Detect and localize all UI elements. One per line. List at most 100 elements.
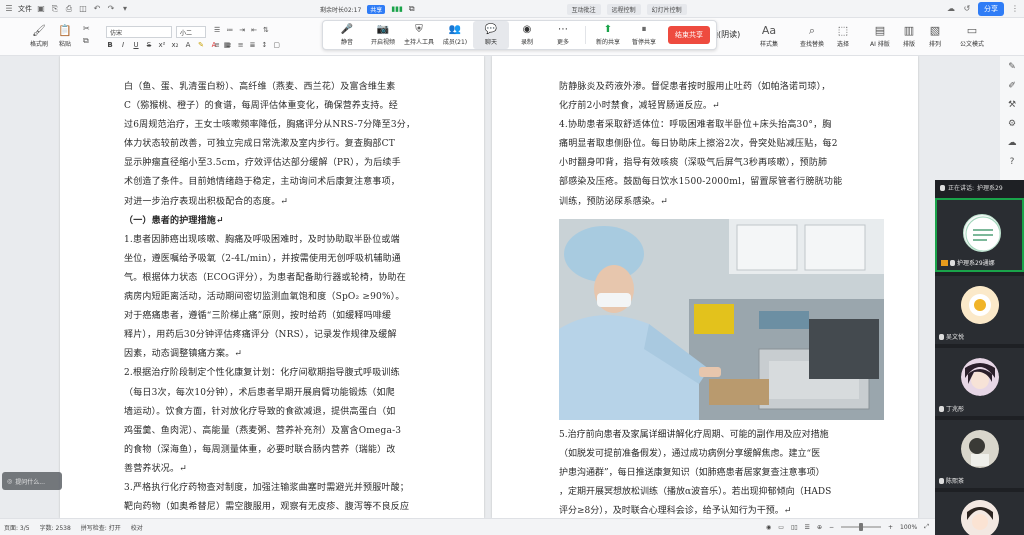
align-left-icon[interactable]: ≡ bbox=[214, 41, 220, 49]
style-set-button[interactable]: Aa 样式集 bbox=[760, 24, 778, 48]
host-tools-button[interactable]: ⛨ 主持人工具 bbox=[401, 21, 437, 49]
save-icon[interactable]: ▣ bbox=[36, 4, 46, 14]
justify-icon[interactable]: ≣ bbox=[250, 41, 256, 49]
record-button[interactable]: ◉ 录制 bbox=[509, 21, 545, 49]
print-icon[interactable]: ⎙ bbox=[64, 4, 74, 14]
video-tile[interactable]: 陈熙茶 bbox=[935, 420, 1024, 488]
more-icon[interactable]: ⋮ bbox=[1010, 4, 1020, 14]
cut-icon[interactable]: ✂ bbox=[83, 24, 90, 33]
ai-ask-input[interactable]: ◎ 提问什么... bbox=[2, 472, 62, 490]
export-icon[interactable]: ⎘ bbox=[50, 4, 60, 14]
zoom-level[interactable]: 100% bbox=[900, 524, 917, 531]
chevron-down-icon[interactable]: ▾ bbox=[120, 4, 130, 14]
font-effects-icon[interactable]: A bbox=[184, 41, 192, 49]
paragraph-line: 因素，动态调整镇痛方案。↵ bbox=[124, 349, 243, 360]
align-right-icon[interactable]: ≡ bbox=[238, 41, 244, 49]
page-view-icon[interactable]: ▭ bbox=[778, 524, 784, 531]
line-spacing-icon[interactable]: ↕ bbox=[262, 41, 268, 49]
end-share-button[interactable]: 结束共享 bbox=[668, 26, 710, 44]
bold-icon[interactable]: B bbox=[106, 41, 114, 49]
zoom-in-icon[interactable]: + bbox=[888, 524, 893, 531]
web-view-icon[interactable]: ⊕ bbox=[817, 524, 822, 531]
fit-page-icon[interactable]: ⤢ bbox=[924, 523, 929, 531]
video-tile[interactable] bbox=[935, 492, 1024, 535]
page-left[interactable]: 白（鱼、蛋、乳清蛋白粉）、高纤维（燕麦、西兰花）及富含维生素 C（猕猴桃、橙子）… bbox=[60, 56, 484, 518]
spell-check-toggle[interactable]: 拼写检查: 打开 bbox=[81, 523, 121, 532]
layout-button[interactable]: ▥ 排版 bbox=[902, 24, 916, 48]
document-canvas[interactable]: 白（鱼、蛋、乳清蛋白粉）、高纤维（燕麦、西兰花）及富含维生素 C（猕猴桃、橙子）… bbox=[0, 56, 935, 518]
zoom-slider-knob[interactable] bbox=[859, 523, 863, 531]
page-right[interactable]: 防静脉炎及药液外渗。督促患者按时服用止吐药（如帕洛诺司琼）， 化疗前2小时禁食，… bbox=[492, 56, 918, 518]
members-button[interactable]: 👥 成员(21) bbox=[437, 21, 473, 49]
proofread-button[interactable]: 校对 bbox=[131, 523, 143, 532]
redo-icon[interactable]: ↷ bbox=[106, 4, 116, 14]
copy-icon[interactable]: ⧉ bbox=[83, 36, 90, 46]
cloud-icon[interactable]: ☁ bbox=[946, 4, 956, 14]
ai-layout-button[interactable]: ▤ AI 排版 bbox=[870, 24, 890, 48]
page-right-text[interactable]: 防静脉炎及药液外渗。督促患者按时服用止吐药（如帕洛诺司琼）， 化疗前2小时禁食，… bbox=[559, 78, 889, 212]
more-button[interactable]: ⋯ 更多 bbox=[545, 21, 581, 49]
format-painter-button[interactable]: 🖌 格式刷 bbox=[30, 24, 48, 48]
chat-button[interactable]: 💬 聊天 bbox=[473, 21, 509, 49]
find-replace-button[interactable]: ⌕ 查找替换 bbox=[800, 24, 824, 49]
new-share-button[interactable]: ⬆ 新的共享 bbox=[590, 21, 626, 49]
select-button[interactable]: ⬚ 选择 bbox=[836, 24, 850, 48]
history-icon[interactable]: ↺ bbox=[962, 4, 972, 14]
start-video-button[interactable]: 📷 开启视频 bbox=[365, 21, 401, 49]
word-count[interactable]: 字数: 2538 bbox=[40, 523, 71, 532]
menu-icon[interactable]: ☰ bbox=[4, 4, 14, 14]
file-menu[interactable]: 文件 bbox=[18, 4, 32, 14]
zoom-slider[interactable] bbox=[841, 523, 881, 531]
page-indicator[interactable]: 页面: 3/5 bbox=[4, 523, 30, 532]
eye-icon[interactable]: ◉ bbox=[766, 524, 771, 531]
pause-share-button[interactable]: ⏸ 暂停共享 bbox=[626, 21, 662, 49]
outdent-icon[interactable]: ⇤ bbox=[251, 26, 257, 34]
popout-icon[interactable]: ⧉ bbox=[409, 4, 415, 14]
superscript-icon[interactable]: x² bbox=[158, 41, 166, 49]
help-icon[interactable]: ? bbox=[1010, 157, 1015, 167]
tools-icon[interactable]: ⚒ bbox=[1008, 100, 1016, 110]
borders-icon[interactable]: ▢ bbox=[273, 41, 280, 49]
avatar bbox=[961, 358, 999, 396]
two-page-icon[interactable]: ▯▯ bbox=[791, 524, 798, 531]
mute-button[interactable]: 🎤 静音 bbox=[329, 21, 365, 49]
preview-icon[interactable]: ◫ bbox=[78, 4, 88, 14]
settings-icon[interactable]: ⚙ bbox=[1008, 119, 1016, 129]
paragraph-line: 防静脉炎及药液外渗。督促患者按时服用止吐药（如帕洛诺司琼）， bbox=[559, 82, 831, 92]
underline-icon[interactable]: U bbox=[132, 41, 140, 49]
pen-icon[interactable]: ✐ bbox=[1008, 81, 1016, 91]
edit-icon[interactable]: ✎ bbox=[1008, 62, 1016, 72]
paragraph-line: 3.严格执行化疗药物查对制度，加强注输浆曲塞时需避光并预服叶酸； bbox=[124, 482, 409, 493]
paste-button[interactable]: 📋 粘贴 bbox=[58, 24, 72, 48]
align-center-icon[interactable]: ≡ bbox=[226, 41, 232, 49]
bullets-icon[interactable]: ☰ bbox=[214, 26, 220, 34]
share-button[interactable]: 分享 bbox=[978, 1, 1004, 16]
record-icon: ◉ bbox=[522, 24, 532, 35]
paragraph-line: 小时翻身叩背，指导有效咳痰（深吸气后屏气3秒再咳嗽），预防肺 bbox=[559, 158, 828, 169]
font-size-select[interactable]: 小二 bbox=[176, 26, 206, 38]
numbering-icon[interactable]: ≔ bbox=[226, 26, 233, 34]
indent-icon[interactable]: ⇥ bbox=[239, 26, 245, 34]
more-icon: ⋯ bbox=[558, 24, 568, 35]
sort-icon[interactable]: ⇅ bbox=[263, 26, 269, 34]
video-tile[interactable]: 护理系29通娜 bbox=[935, 198, 1024, 272]
zoom-out-icon[interactable]: − bbox=[829, 524, 834, 531]
strikethrough-icon[interactable]: S bbox=[145, 41, 153, 49]
video-tile[interactable]: 丁兆彤 bbox=[935, 348, 1024, 416]
nurse-preparing-medication-photo[interactable] bbox=[559, 219, 884, 420]
highlight-icon[interactable]: ✎ bbox=[197, 41, 205, 49]
italic-icon[interactable]: I bbox=[119, 41, 127, 49]
video-tile[interactable]: 吴文悦 bbox=[935, 276, 1024, 344]
official-document-mode-button[interactable]: ▭ 公文模式 bbox=[960, 24, 984, 48]
tab-remote-control[interactable]: 远程控制 bbox=[606, 3, 641, 15]
undo-icon[interactable]: ↶ bbox=[92, 4, 102, 14]
page-left-text[interactable]: 白（鱼、蛋、乳清蛋白粉）、高纤维（燕麦、西兰花）及富含维生素 C（猕猴桃、橙子）… bbox=[124, 78, 484, 517]
font-name-select[interactable]: 仿宋 bbox=[106, 26, 172, 38]
tab-slide-control[interactable]: 幻灯片控制 bbox=[646, 3, 687, 15]
tab-annotation[interactable]: 互动批注 bbox=[566, 3, 601, 15]
subscript-icon[interactable]: x₂ bbox=[171, 41, 179, 49]
page-right-text-lower[interactable]: 5.治疗前向患者及家属详细讲解化疗周期、可能的副作用及应对措施 （如脱发可提前准… bbox=[559, 426, 889, 518]
arrange-button[interactable]: ▧ 排列 bbox=[928, 24, 942, 48]
outline-view-icon[interactable]: ☰ bbox=[805, 524, 810, 531]
cloud-icon[interactable]: ☁ bbox=[1008, 138, 1017, 148]
